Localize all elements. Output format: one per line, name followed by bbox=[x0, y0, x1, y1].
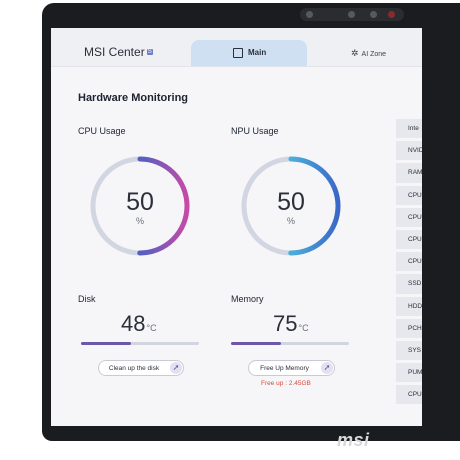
app-badge: S bbox=[146, 49, 153, 55]
camera-lens-icon bbox=[306, 11, 313, 18]
msi-logo: msi bbox=[337, 430, 370, 450]
memory-temperature: 75°C bbox=[273, 311, 309, 337]
tab-ai-zone[interactable]: ✲ AI Zone bbox=[351, 48, 386, 59]
sensor-list-item[interactable]: PUMP bbox=[396, 363, 422, 383]
sensor-list-item[interactable]: CPU bbox=[396, 229, 422, 250]
sensor-list-item[interactable]: CPU bbox=[396, 207, 422, 227]
npu-usage-label: NPU Usage bbox=[231, 126, 279, 136]
sensor-list-item[interactable]: HDD bbox=[396, 296, 422, 316]
app-window: MSI Center S Main ✲ AI Zone Hardware Monit… bbox=[51, 28, 422, 426]
sparkle-icon: ✲ bbox=[351, 48, 359, 58]
sensor-list-item[interactable]: CPU bbox=[396, 185, 422, 205]
sensor-list-item[interactable]: CPU bbox=[396, 385, 422, 405]
tab-main-label: Main bbox=[248, 48, 267, 57]
sensor-list-item[interactable]: SYS bbox=[396, 340, 422, 361]
sensor-list-item[interactable]: SSD bbox=[396, 274, 422, 294]
disk-temperature-unit: °C bbox=[146, 323, 157, 333]
webcam-bar bbox=[300, 8, 404, 21]
cpu-usage-label: CPU Usage bbox=[78, 126, 126, 136]
app-logo: MSI Center S bbox=[84, 45, 153, 59]
camera-indicator-icon bbox=[388, 11, 395, 18]
rocket-icon: ➚ bbox=[170, 362, 182, 374]
tab-ai-zone-label: AI Zone bbox=[361, 51, 387, 58]
sensor-list-item[interactable]: Inte bbox=[396, 119, 422, 139]
disk-temperature-value: 48 bbox=[121, 311, 146, 336]
free-up-memory-button[interactable]: Free Up Memory ➚ bbox=[248, 360, 335, 376]
disk-temperature: 48°C bbox=[121, 311, 157, 337]
npu-usage-unit: % bbox=[286, 216, 295, 226]
clean-up-disk-button[interactable]: Clean up the disk ➚ bbox=[98, 360, 184, 376]
sensor-list-item[interactable]: CPU bbox=[396, 252, 422, 272]
external-window-icon bbox=[233, 48, 243, 58]
disk-level-fill bbox=[81, 342, 131, 345]
sensor-list-item[interactable]: RAM bbox=[396, 163, 422, 183]
disk-level-bar bbox=[81, 342, 199, 345]
memory-temperature-unit: °C bbox=[298, 323, 309, 333]
memory-level-bar bbox=[231, 342, 349, 345]
sensor-list-item[interactable]: PCH bbox=[396, 318, 422, 338]
npu-usage-value: 50 bbox=[277, 188, 305, 216]
tab-main[interactable]: Main bbox=[191, 40, 307, 66]
cpu-usage-unit: % bbox=[135, 216, 144, 226]
disk-label: Disk bbox=[78, 294, 96, 304]
section-title: Hardware Monitoring bbox=[78, 92, 189, 104]
camera-sensor-icon bbox=[348, 11, 355, 18]
memory-level-fill bbox=[231, 342, 281, 345]
top-bar: MSI Center S Main ✲ AI Zone bbox=[51, 28, 422, 67]
free-up-amount: Free up : 2.45GB bbox=[261, 380, 311, 387]
sensor-list-item[interactable]: NVIDI bbox=[396, 141, 422, 161]
rocket-icon: ➚ bbox=[321, 362, 333, 374]
camera-sensor-icon bbox=[370, 11, 377, 18]
memory-temperature-value: 75 bbox=[273, 311, 298, 336]
cpu-usage-value: 50 bbox=[126, 188, 154, 216]
memory-label: Memory bbox=[231, 294, 264, 304]
sensor-list: InteNVIDIRAMCPUCPUCPUCPUSSDHDDPCHSYSPUMP… bbox=[396, 119, 422, 407]
app-name: MSI Center bbox=[84, 45, 145, 59]
